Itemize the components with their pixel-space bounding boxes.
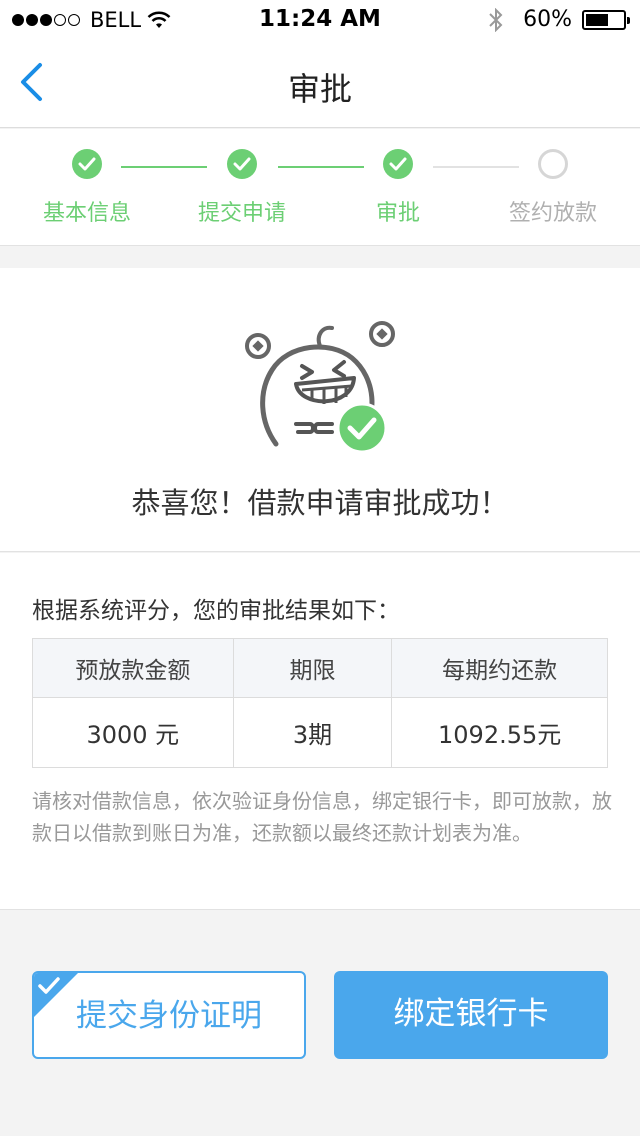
result-note: 请核对借款信息，依次验证身份信息，绑定银行卡，即可放款，放款日以借款到账日为准，… [32, 789, 612, 845]
step-sign-and-disburse: 签约放款 [478, 149, 628, 227]
step-complete-icon [72, 149, 102, 179]
header-term: 期限 [232, 638, 393, 698]
table-row: 3000 元 3期 1092.55元 [32, 697, 608, 768]
bind-bank-card-label: 绑定银行卡 [393, 996, 549, 1032]
step-submit-application: 提交申请 [167, 149, 317, 227]
success-message: 恭喜您！借款申请审批成功！ [131, 486, 509, 520]
navigation-bar: 审批 [0, 40, 640, 128]
status-bar: BELL 11:24 AM 60% [0, 0, 640, 40]
bluetooth-icon [489, 7, 503, 32]
happy-mascot-illustration [245, 321, 395, 454]
step-label: 审批 [375, 201, 420, 226]
step-approval: 审批 [323, 149, 473, 227]
step-complete-icon [227, 149, 257, 179]
result-table: 预放款金额 期限 每期约还款 3000 元 3期 1092.55元 [32, 638, 608, 768]
submit-id-proof-button[interactable]: 提交身份证明 [32, 971, 306, 1059]
page-title: 审批 [287, 70, 352, 108]
submit-id-proof-label: 提交身份证明 [76, 998, 262, 1034]
table-header-row: 预放款金额 期限 每期约还款 [32, 638, 608, 698]
step-complete-icon [383, 149, 413, 179]
term-value: 3期 [232, 697, 393, 768]
installment-value: 1092.55元 [391, 697, 608, 768]
step-label: 签约放款 [508, 201, 597, 226]
approval-result-section: 根据系统评分，您的审批结果如下： 预放款金额 期限 每期约还款 3000 元 3… [0, 553, 640, 910]
header-installment: 每期约还款 [391, 638, 608, 698]
header-loan-amount: 预放款金额 [32, 638, 234, 698]
result-intro: 根据系统评分，您的审批结果如下： [32, 598, 400, 624]
success-card: 恭喜您！借款申请审批成功！ [0, 268, 640, 552]
loan-amount-value: 3000 元 [32, 697, 234, 768]
progress-steps: 基本信息 提交申请 审批 签约放款 [0, 129, 640, 246]
step-basic-info: 基本信息 [12, 149, 162, 227]
bind-bank-card-button[interactable]: 绑定银行卡 [334, 971, 608, 1059]
check-icon [38, 977, 60, 994]
step-label: 提交申请 [197, 201, 286, 226]
battery-percentage: 60% [523, 7, 572, 32]
battery-icon [582, 9, 630, 30]
step-pending-icon [538, 149, 568, 179]
step-label: 基本信息 [42, 201, 131, 226]
